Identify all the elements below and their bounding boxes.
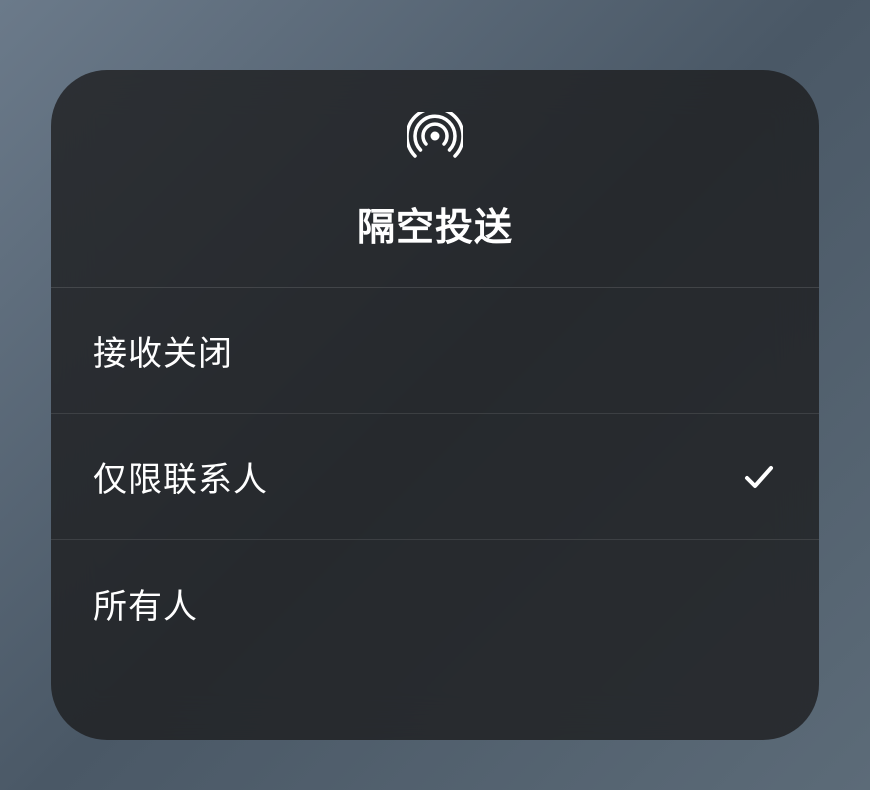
option-label: 所有人 <box>93 579 198 628</box>
option-label: 接收关闭 <box>93 326 233 375</box>
option-label: 仅限联系人 <box>93 452 268 501</box>
option-receiving-off[interactable]: 接收关闭 <box>51 288 819 414</box>
panel-header: 隔空投送 <box>51 70 819 288</box>
option-everyone[interactable]: 所有人 <box>51 540 819 666</box>
options-list: 接收关闭 仅限联系人 所有人 <box>51 288 819 666</box>
airdrop-icon <box>407 112 463 168</box>
airdrop-settings-panel: 隔空投送 接收关闭 仅限联系人 所有人 <box>51 70 819 740</box>
checkmark-icon <box>741 459 777 495</box>
option-contacts-only[interactable]: 仅限联系人 <box>51 414 819 540</box>
panel-title: 隔空投送 <box>357 196 513 251</box>
